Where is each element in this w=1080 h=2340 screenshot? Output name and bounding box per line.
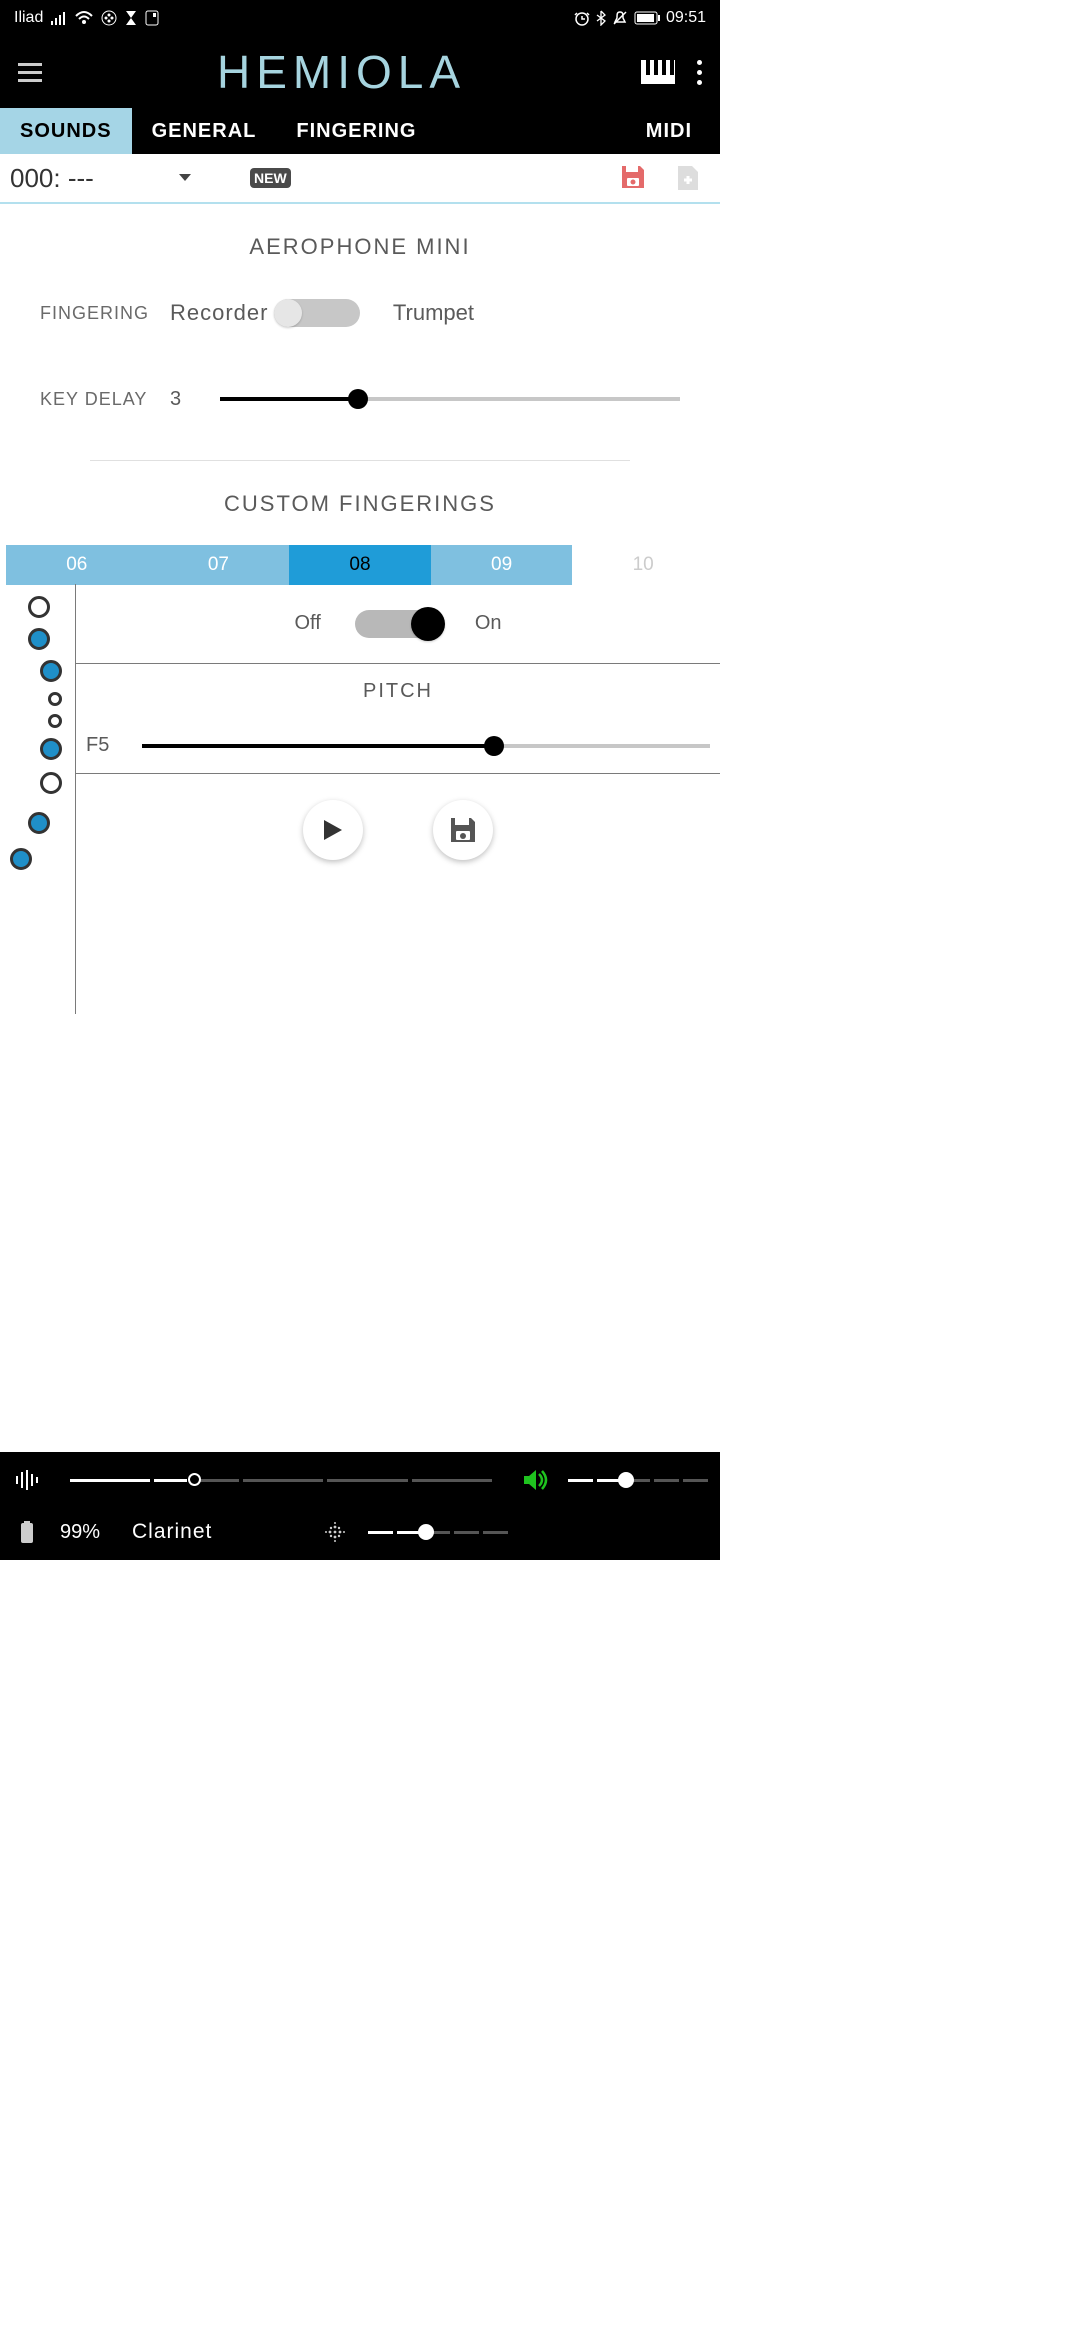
- key-delay-slider[interactable]: [220, 397, 680, 401]
- divider: [90, 460, 630, 461]
- preset-row: 000: --- NEW: [0, 154, 720, 204]
- status-right: 09:51: [574, 9, 706, 27]
- bottom-bar: 99% Clarinet: [0, 1452, 720, 1560]
- carrier-label: Iliad: [14, 9, 43, 27]
- preset-dropdown-icon[interactable]: [170, 173, 200, 183]
- key-delay-label: KEY DELAY: [40, 389, 170, 410]
- left-slider[interactable]: [70, 1479, 492, 1482]
- save-disk-icon: [448, 815, 478, 845]
- fingering-right-label: Trumpet: [374, 300, 474, 326]
- right-slider-2[interactable]: [368, 1531, 508, 1534]
- wifi-icon: [75, 11, 93, 25]
- save-icon[interactable]: [620, 164, 646, 190]
- fingering-tab-07[interactable]: 07: [148, 545, 290, 585]
- fingering-onoff-row: Off On: [76, 584, 720, 664]
- tab-midi[interactable]: MIDI: [626, 108, 720, 154]
- battery-small-icon: [12, 1521, 42, 1543]
- alarm-icon: [574, 10, 590, 26]
- levels-icon[interactable]: [12, 1470, 42, 1490]
- custom-fingerings-section: CUSTOM FINGERINGS 06 07 08 09 10 Off On …: [0, 491, 720, 1014]
- on-label: On: [475, 612, 502, 635]
- pitch-label: PITCH: [76, 664, 720, 718]
- tab-sounds[interactable]: SOUNDS: [0, 108, 132, 154]
- play-button[interactable]: [303, 800, 363, 860]
- battery-icon: [634, 11, 660, 25]
- tab-fingering[interactable]: FINGERING: [276, 108, 436, 154]
- fingering-tab-08[interactable]: 08: [289, 545, 431, 585]
- key-delay-value: 3: [170, 388, 220, 411]
- mute-icon: [612, 10, 628, 26]
- new-file-icon[interactable]: [676, 164, 700, 192]
- instrument-row: 99% Clarinet: [12, 1512, 708, 1552]
- clock-label: 09:51: [666, 9, 706, 27]
- pitch-slider[interactable]: [142, 744, 710, 748]
- fingering-onoff-switch[interactable]: [355, 610, 441, 638]
- fingering-tab-10[interactable]: 10: [572, 545, 714, 585]
- save-fingering-button[interactable]: [433, 800, 493, 860]
- preset-name[interactable]: 000: ---: [10, 163, 170, 194]
- fingering-controls: Off On PITCH F5: [76, 584, 720, 1014]
- off-label: Off: [295, 612, 321, 635]
- speaker-icon[interactable]: [520, 1469, 550, 1491]
- pitch-note: F5: [86, 734, 126, 757]
- grid-icon[interactable]: [320, 1521, 350, 1543]
- piano-icon[interactable]: [641, 60, 675, 84]
- pitch-slider-row: F5: [76, 718, 720, 774]
- fingering-left-label: Recorder: [170, 300, 260, 326]
- bluetooth-icon: [596, 10, 606, 26]
- hourglass-icon: [125, 10, 137, 26]
- fingering-diagram[interactable]: [0, 584, 76, 1014]
- fingering-label: FINGERING: [40, 303, 170, 324]
- fingering-tab-09[interactable]: 09: [431, 545, 573, 585]
- signal-icon: [51, 11, 67, 25]
- fingering-body: Off On PITCH F5: [0, 584, 720, 1014]
- volume-row: [12, 1460, 708, 1500]
- custom-title: CUSTOM FINGERINGS: [0, 491, 720, 517]
- right-slider-1[interactable]: [568, 1479, 708, 1482]
- play-icon: [322, 818, 344, 842]
- fingering-switch[interactable]: [274, 299, 360, 327]
- fingering-toggle-row: FINGERING Recorder Trumpet: [0, 288, 720, 338]
- app-bar: HEMIOLA: [0, 36, 720, 108]
- battery-pct: 99%: [60, 1521, 114, 1544]
- app-title: HEMIOLA: [42, 45, 641, 99]
- fingering-tabs: 06 07 08 09 10: [6, 545, 714, 585]
- aero-title: AEROPHONE MINI: [0, 234, 720, 260]
- new-badge[interactable]: NEW: [250, 168, 291, 188]
- main-tabs: SOUNDS GENERAL FINGERING MIDI: [0, 108, 720, 154]
- dots-icon: [101, 10, 117, 26]
- fingering-actions: [76, 774, 720, 1014]
- aerophone-section: AEROPHONE MINI FINGERING Recorder Trumpe…: [0, 204, 720, 491]
- status-bar: Iliad 09:51: [0, 0, 720, 36]
- instrument-name: Clarinet: [132, 1520, 302, 1544]
- sim-icon: [145, 10, 159, 26]
- tab-general[interactable]: GENERAL: [132, 108, 277, 154]
- fingering-tab-06[interactable]: 06: [6, 545, 148, 585]
- status-left: Iliad: [14, 9, 159, 27]
- menu-icon[interactable]: [18, 63, 42, 82]
- key-delay-row: KEY DELAY 3: [0, 374, 720, 424]
- overflow-icon[interactable]: [697, 60, 702, 85]
